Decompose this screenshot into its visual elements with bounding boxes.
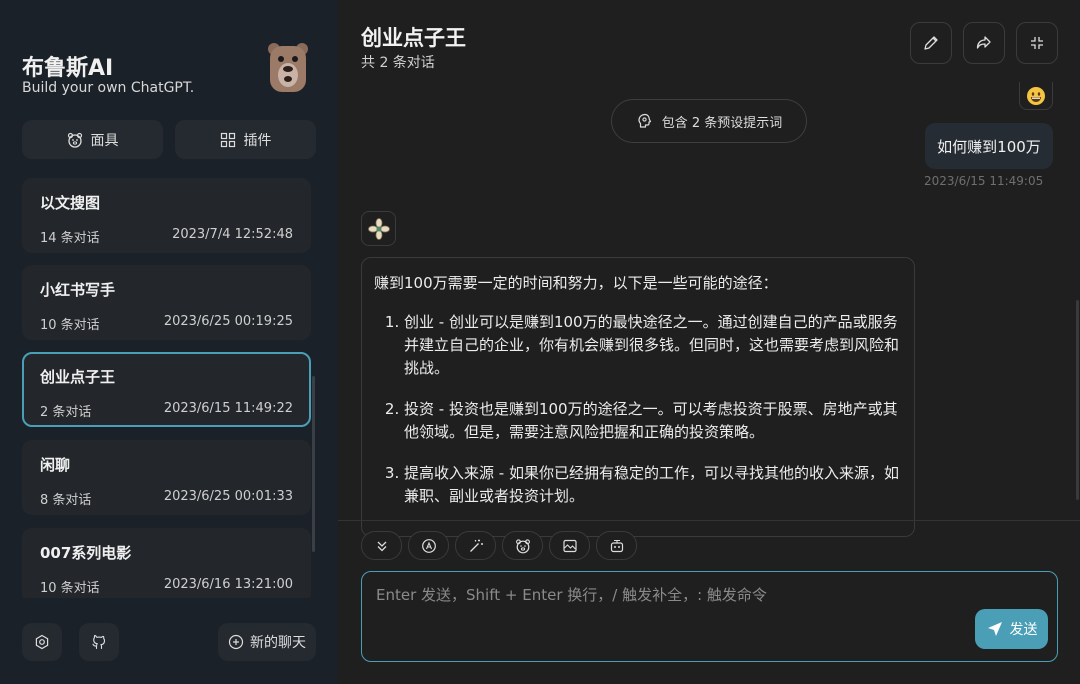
share-button[interactable] [963,22,1005,64]
session-item[interactable]: 小红书写手 10 条对话 2023/6/25 00:19:25 [22,265,311,340]
input-divider [338,520,1080,521]
chat-scrollbar[interactable] [1076,300,1079,500]
chat-panel: 创业点子王 共 2 条对话 包含 2 条预设提示词 如何赚到100万 2023/… [338,0,1080,684]
session-title: 创业点子王 [40,368,116,386]
sidebar: 布鲁斯AI Build your own ChatGPT. 面具 插件 以文搜图… [0,0,338,684]
session-title: 闲聊 [40,456,71,474]
bot-message-intro: 赚到100万需要一定的时间和努力，以下是一些可能的途径： [374,274,778,292]
edit-button[interactable] [910,22,952,64]
session-count: 10 条对话 [40,581,100,596]
preset-prompts-button[interactable]: 包含 2 条预设提示词 [611,99,807,143]
session-time: 2023/6/25 00:19:25 [163,314,293,329]
collapse-button[interactable] [1016,22,1058,64]
send-label: 发送 [1009,622,1038,638]
session-item-active[interactable]: 创业点子王 2 条对话 2023/6/15 11:49:22 [22,352,311,427]
sidebar-scrollbar[interactable] [312,376,315,552]
minimize-icon [1031,37,1043,49]
mask-icon [67,132,82,148]
robot-icon [610,539,623,552]
mask-label: 面具 [90,132,119,149]
auto-icon [421,538,436,553]
image-tool-button[interactable] [549,531,590,560]
bot-tool-button[interactable] [596,531,637,560]
settings-button[interactable] [22,623,62,661]
session-time: 2023/7/4 12:52:48 [172,227,293,242]
plugin-label: 插件 [243,132,272,149]
chat-toolbar [361,531,637,560]
session-title: 007系列电影 [40,544,132,562]
bot-flower-icon [367,217,390,240]
session-item[interactable]: 闲聊 8 条对话 2023/6/25 00:01:33 [22,440,311,515]
plus-circle-icon [228,634,244,650]
image-icon [562,539,577,552]
github-icon [92,634,106,650]
mask-tool-button[interactable] [502,531,543,560]
bot-list-item: 提高收入来源 - 如果你已经拥有稳定的工作，可以寻找其他的收入来源，如兼职、副业… [404,462,902,508]
prompt-hints-button[interactable] [455,531,496,560]
app-title: 布鲁斯AI [22,56,114,81]
bot-message: 赚到100万需要一定的时间和努力，以下是一些可能的途径： 创业 - 创业可以是赚… [361,257,915,537]
mask-button[interactable]: 面具 [22,120,163,159]
session-count: 10 条对话 [40,318,100,333]
user-message: 如何赚到100万 [925,123,1053,169]
send-icon [987,622,1002,636]
session-time: 2023/6/25 00:01:33 [163,489,293,504]
user-message-time: 2023/6/15 11:49:05 [924,174,1044,188]
share-icon [976,36,991,49]
bear-logo-icon [268,43,308,92]
bear-face-icon [515,538,530,553]
new-chat-button[interactable]: 新的聊天 [218,623,316,661]
session-title: 以文搜图 [40,194,101,212]
scroll-bottom-button[interactable] [361,531,402,560]
session-count: 8 条对话 [40,493,92,508]
bot-message-list: 创业 - 创业可以是赚到100万的最快途径之一。通过创建自己的产品或服务并建立自… [374,311,902,508]
bot-avatar [361,211,396,246]
user-avatar [1019,82,1053,110]
session-list: 以文搜图 14 条对话 2023/7/4 12:52:48 小红书写手 10 条对… [22,178,312,598]
github-button[interactable] [79,623,119,661]
chat-count: 共 2 条对话 [361,55,435,71]
new-chat-label: 新的聊天 [250,635,306,651]
app-subtitle: Build your own ChatGPT. [22,80,195,96]
session-title: 小红书写手 [40,281,116,299]
bot-list-item: 投资 - 投资也是赚到100万的途径之一。可以考虑投资于股票、房地产或其他领域。… [404,398,902,444]
bot-list-item: 创业 - 创业可以是赚到100万的最快途径之一。通过创建自己的产品或服务并建立自… [404,311,902,380]
brain-icon [638,113,651,128]
chat-input-box: 发送 [361,571,1058,662]
chat-title[interactable]: 创业点子王 [361,22,466,52]
double-chevron-down-icon [377,541,386,551]
model-switch-button[interactable] [408,531,449,560]
pencil-icon [924,36,938,50]
session-count: 2 条对话 [40,405,92,420]
preset-prompts-label: 包含 2 条预设提示词 [661,115,783,131]
session-time: 2023/6/15 11:49:22 [163,401,293,416]
session-item[interactable]: 以文搜图 14 条对话 2023/7/4 12:52:48 [22,178,311,253]
magic-wand-icon [469,539,483,552]
send-button[interactable]: 发送 [975,609,1048,649]
session-count: 14 条对话 [40,231,100,246]
chat-header: 创业点子王 共 2 条对话 [338,0,1080,88]
chat-input[interactable] [376,584,956,644]
session-time: 2023/6/16 13:21:00 [163,577,293,592]
grinning-face-icon [1027,86,1045,105]
plugin-button[interactable]: 插件 [175,120,316,159]
gear-icon [35,634,49,650]
grid-icon [220,132,235,147]
session-item[interactable]: 007系列电影 10 条对话 2023/6/16 13:21:00 [22,528,311,598]
